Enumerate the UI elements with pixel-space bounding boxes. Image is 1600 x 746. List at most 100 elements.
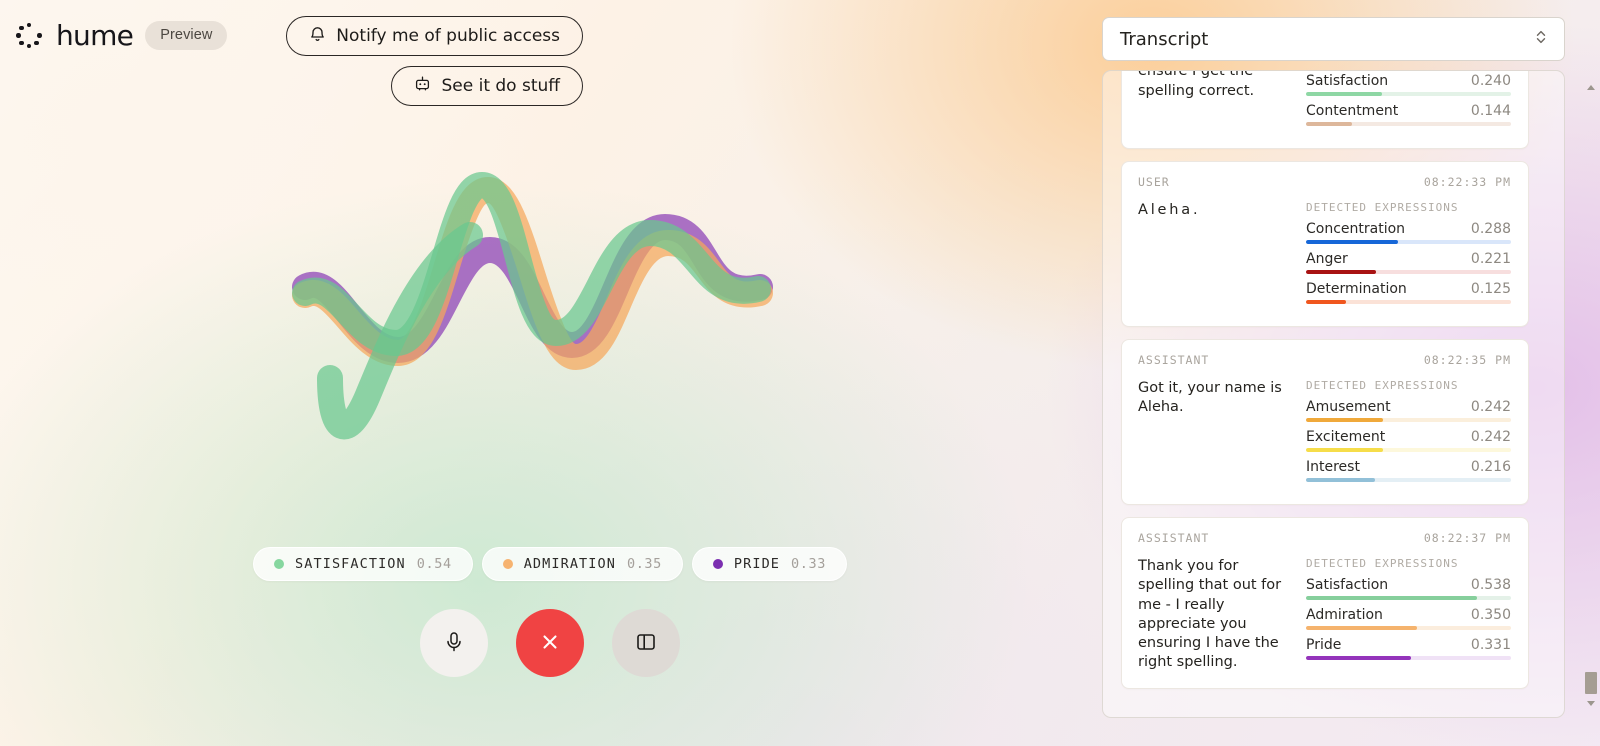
expression-bar-fill bbox=[1306, 300, 1346, 304]
expression-value: 0.144 bbox=[1471, 103, 1511, 119]
expression-value: 0.240 bbox=[1471, 73, 1511, 89]
expression-chip-score: 0.35 bbox=[627, 556, 662, 572]
call-controls bbox=[0, 609, 1100, 677]
expression-chip: PRIDE 0.33 bbox=[692, 547, 847, 581]
transcript-panel: Transcript taking the time to ensure I g… bbox=[1100, 0, 1600, 746]
expression-name: Admiration bbox=[1306, 607, 1383, 623]
expression-bar-fill bbox=[1306, 240, 1398, 244]
transcript-message-card: ASSISTANT 08:22:35 PM Got it, your name is… bbox=[1121, 339, 1529, 505]
emotion-waveform-visualizer bbox=[0, 95, 1100, 525]
expression-value: 0.221 bbox=[1471, 251, 1511, 267]
message-text: Aleha. bbox=[1138, 201, 1288, 311]
expression-value: 0.216 bbox=[1471, 459, 1511, 475]
expression-bar-track bbox=[1306, 596, 1511, 600]
app-header: hume Preview Notify me of public access … bbox=[0, 0, 1100, 75]
transcript-view-select[interactable]: Transcript bbox=[1102, 17, 1565, 61]
caret-down-icon[interactable] bbox=[1586, 698, 1596, 708]
transcript-select-value: Transcript bbox=[1120, 29, 1208, 50]
expression-row: Amusement0.242 bbox=[1306, 399, 1511, 422]
expression-bar-fill bbox=[1306, 626, 1417, 630]
expression-name: Anger bbox=[1306, 251, 1348, 267]
expression-chip-label: ADMIRATION bbox=[524, 556, 616, 572]
expression-value: 0.288 bbox=[1471, 221, 1511, 237]
see-it-do-stuff-button[interactable]: See it do stuff bbox=[391, 66, 583, 106]
expression-value: 0.125 bbox=[1471, 281, 1511, 297]
detected-expressions: Determination0.244Satisfaction0.240Conte… bbox=[1306, 70, 1511, 133]
detected-expressions: DETECTED EXPRESSIONS Satisfaction 0.538 Adm… bbox=[1306, 557, 1511, 673]
expression-chip-label: PRIDE bbox=[734, 556, 780, 572]
message-timestamp: 08:22:37 PM bbox=[1424, 531, 1511, 545]
robot-icon bbox=[414, 75, 431, 97]
expression-bar-track bbox=[1306, 92, 1511, 96]
brand-wordmark: hume bbox=[56, 19, 133, 52]
chevron-updown-icon bbox=[1534, 28, 1548, 51]
toggle-panel-button[interactable] bbox=[612, 609, 680, 677]
expression-bar-fill bbox=[1306, 656, 1411, 660]
expression-chip-score: 0.33 bbox=[791, 556, 826, 572]
expression-bar-track bbox=[1306, 478, 1511, 482]
message-timestamp: 08:22:33 PM bbox=[1424, 175, 1511, 189]
expression-name: Excitement bbox=[1306, 429, 1385, 445]
message-role: USER bbox=[1138, 175, 1170, 189]
message-text: Thank you for spelling that out for me -… bbox=[1138, 557, 1288, 673]
message-body: Aleha. DETECTED EXPRESSIONS Concentration 0… bbox=[1138, 201, 1511, 311]
expression-bar-track bbox=[1306, 418, 1511, 422]
sidebar-panel-icon bbox=[634, 630, 658, 657]
expression-name: Concentration bbox=[1306, 221, 1405, 237]
detected-expressions-label: DETECTED EXPRESSIONS bbox=[1306, 379, 1511, 392]
hume-dots-logo-icon bbox=[14, 21, 44, 51]
expression-row: Contentment 0.144 bbox=[1306, 103, 1511, 126]
close-x-icon bbox=[538, 630, 562, 657]
end-call-button[interactable] bbox=[516, 609, 584, 677]
expression-value: 0.331 bbox=[1471, 637, 1511, 653]
expression-name: Amusement bbox=[1306, 399, 1391, 415]
expression-color-dot bbox=[503, 559, 513, 569]
expression-name: Contentment bbox=[1306, 103, 1398, 119]
detected-expressions-label: DETECTED EXPRESSIONS bbox=[1306, 557, 1511, 570]
expression-chip-label: SATISFACTION bbox=[295, 556, 406, 572]
mic-button[interactable] bbox=[420, 609, 488, 677]
expression-bar-track bbox=[1306, 448, 1511, 452]
notify-public-access-button[interactable]: Notify me of public access bbox=[286, 16, 583, 56]
expression-row: Excitement 0.242 bbox=[1306, 429, 1511, 452]
message-header: ASSISTANT 08:22:35 PM bbox=[1138, 353, 1511, 367]
transcript-scrollbar[interactable] bbox=[1584, 72, 1598, 716]
expression-name: Pride bbox=[1306, 637, 1341, 653]
expression-value: 0.242 bbox=[1471, 429, 1511, 445]
message-text: taking the time to ensure I get the spel… bbox=[1138, 70, 1288, 133]
message-body: Thank you for spelling that out for me -… bbox=[1138, 557, 1511, 673]
expression-row: Determination 0.125 bbox=[1306, 281, 1511, 304]
message-header: USER 08:22:33 PM bbox=[1138, 175, 1511, 189]
expression-bar-fill bbox=[1306, 448, 1383, 452]
expression-bar-fill bbox=[1306, 122, 1352, 126]
expression-row: Pride 0.331 bbox=[1306, 637, 1511, 660]
message-timestamp: 08:22:35 PM bbox=[1424, 353, 1511, 367]
transcript-message-card: taking the time to ensure I get the spel… bbox=[1121, 70, 1529, 149]
caret-up-icon[interactable] bbox=[1586, 82, 1596, 92]
detected-expressions-label: DETECTED EXPRESSIONS bbox=[1306, 201, 1511, 214]
scrollbar-thumb[interactable] bbox=[1585, 672, 1597, 694]
expression-value: 0.538 bbox=[1471, 577, 1511, 593]
brand: hume Preview bbox=[14, 19, 227, 52]
expression-bar-fill bbox=[1306, 596, 1477, 600]
expression-name: Satisfaction bbox=[1306, 73, 1388, 89]
expression-row: Admiration0.350 bbox=[1306, 607, 1511, 630]
expression-bar-track bbox=[1306, 240, 1511, 244]
detected-expressions: DETECTED EXPRESSIONS Concentration 0.288 An… bbox=[1306, 201, 1511, 311]
expression-bar-track bbox=[1306, 122, 1511, 126]
transcript-message-card: ASSISTANT08:22:37 PMThank you for spelli… bbox=[1121, 517, 1529, 689]
message-body: taking the time to ensure I get the spel… bbox=[1138, 70, 1511, 133]
expression-name: Satisfaction bbox=[1306, 577, 1388, 593]
transcript-scroll-area[interactable]: taking the time to ensure I get the spel… bbox=[1102, 70, 1565, 718]
expression-bar-fill bbox=[1306, 270, 1376, 274]
expression-row: Anger 0.221 bbox=[1306, 251, 1511, 274]
expression-bar-fill bbox=[1306, 418, 1383, 422]
message-text: Got it, your name is Aleha. bbox=[1138, 379, 1288, 489]
message-role: ASSISTANT bbox=[1138, 353, 1209, 367]
expression-row: Satisfaction 0.240 bbox=[1306, 73, 1511, 96]
expression-chip: SATISFACTION0.54 bbox=[253, 547, 473, 581]
expression-name: Determination bbox=[1306, 281, 1407, 297]
expression-name: Interest bbox=[1306, 459, 1360, 475]
expression-bar-track bbox=[1306, 626, 1511, 630]
notify-button-label: Notify me of public access bbox=[336, 26, 560, 46]
